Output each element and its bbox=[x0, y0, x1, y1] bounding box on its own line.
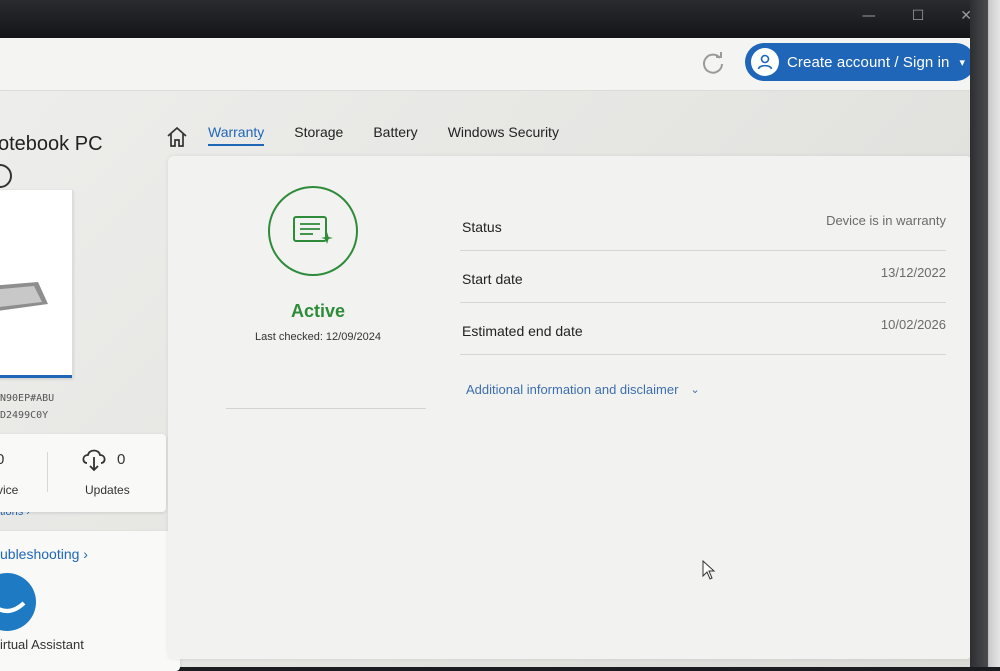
warranty-status: Active bbox=[290, 301, 346, 321]
virtual-assistant-label: irtual Assistant bbox=[0, 637, 84, 652]
edit-icon[interactable] bbox=[0, 164, 12, 188]
tab-storage[interactable]: Storage bbox=[294, 124, 343, 146]
monitor-bezel-right bbox=[970, 0, 1000, 667]
refresh-icon[interactable] bbox=[700, 50, 726, 76]
disclaimer-link[interactable]: Additional information and disclaimer bbox=[466, 382, 678, 397]
troubleshooting-link[interactable]: ubleshooting › bbox=[0, 546, 88, 562]
tab-battery[interactable]: Battery bbox=[373, 124, 417, 146]
app-header: Create account / Sign in ▾ bbox=[0, 38, 975, 91]
window-controls: — ☐ ✕ bbox=[862, 8, 972, 24]
device-label[interactable]: vice bbox=[0, 483, 18, 497]
maximize-button[interactable]: ☐ bbox=[912, 8, 925, 24]
cloud-download-icon[interactable] bbox=[80, 446, 108, 472]
chevron-down-icon: ⌄ bbox=[690, 384, 700, 396]
warranty-status-badge bbox=[268, 186, 358, 276]
device-count: 0 bbox=[0, 451, 5, 468]
create-account-sign-in-button[interactable]: Create account / Sign in ▾ bbox=[745, 43, 975, 81]
device-name: otebook PC bbox=[0, 133, 103, 155]
certificate-icon bbox=[293, 216, 333, 244]
row-value: 10/02/2026 bbox=[880, 317, 946, 332]
monitor-bezel-top: — ☐ ✕ bbox=[0, 0, 1000, 40]
tab-windows-security[interactable]: Windows Security bbox=[448, 124, 559, 146]
row-value: Device is in warranty bbox=[826, 213, 946, 228]
app-window: Create account / Sign in ▾ otebook PC ti… bbox=[0, 38, 975, 671]
card-selected-indicator bbox=[0, 375, 72, 378]
disclaimer-toggle[interactable]: Additional information and disclaimer ⌄ bbox=[466, 382, 700, 397]
minimize-button[interactable]: — bbox=[862, 8, 876, 24]
account-button-label: Create account / Sign in bbox=[787, 53, 950, 71]
updates-label[interactable]: Updates bbox=[85, 483, 130, 497]
last-checked-date: Last checked: 12/09/2024 bbox=[255, 331, 381, 343]
virtual-assistant-icon[interactable] bbox=[0, 573, 36, 631]
row-label: Status bbox=[462, 219, 502, 235]
row-label: Start date bbox=[462, 271, 523, 287]
updates-count: 0 bbox=[117, 451, 126, 468]
warranty-panel: Active Last checked: 12/09/2024 Status D… bbox=[168, 156, 972, 659]
serial-number: D2499C0Y bbox=[0, 410, 49, 421]
end-date-row: Estimated end date 10/02/2026 bbox=[460, 312, 946, 355]
row-label: Estimated end date bbox=[462, 323, 583, 339]
troubleshooting-card[interactable]: ubleshooting › irtual Assistant bbox=[0, 531, 180, 671]
device-card[interactable]: tions › bbox=[0, 190, 73, 518]
warranty-status-row: Status Device is in warranty bbox=[460, 208, 946, 251]
mouse-cursor-icon bbox=[702, 560, 716, 580]
laptop-image bbox=[0, 282, 48, 311]
tab-warranty[interactable]: Warranty bbox=[208, 124, 265, 146]
divider bbox=[226, 408, 426, 409]
start-date-row: Start date 13/12/2022 bbox=[460, 260, 946, 303]
device-stats-card: 0 vice 0 Updates bbox=[0, 434, 166, 512]
tab-bar: Warranty Storage Battery Windows Securit… bbox=[208, 124, 589, 146]
stat-divider bbox=[47, 452, 48, 492]
row-value: 13/12/2022 bbox=[880, 265, 946, 280]
home-icon[interactable] bbox=[165, 125, 189, 149]
user-icon bbox=[751, 48, 779, 76]
product-number: N90EP#ABU bbox=[0, 393, 55, 404]
chevron-down-icon: ▾ bbox=[959, 56, 966, 69]
